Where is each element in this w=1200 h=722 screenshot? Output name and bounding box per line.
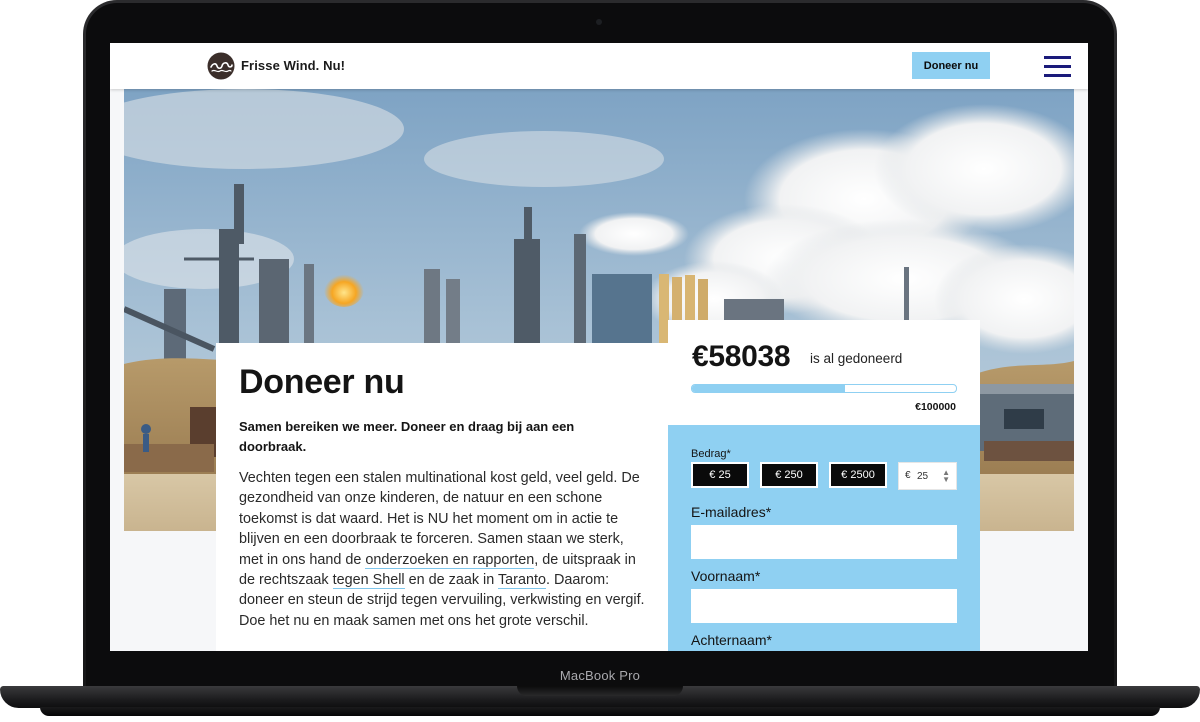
amount-option-25[interactable]: € 25 (691, 462, 749, 488)
donation-widget: €58038 is al gedoneerd €100000 Bedrag* €… (668, 320, 980, 651)
donated-total: €58038 (692, 340, 791, 373)
amount-option-2500[interactable]: € 2500 (829, 462, 887, 488)
amount-label: Bedrag* (691, 448, 731, 460)
email-field[interactable] (691, 525, 957, 559)
body-text-part: en de zaak in (404, 572, 498, 589)
donation-goal: €100000 (915, 401, 956, 413)
wind-logo-icon[interactable] (207, 52, 235, 80)
donation-progress-bar (691, 384, 957, 393)
camera-icon (596, 19, 602, 25)
page-title: Doneer nu (239, 363, 405, 401)
lastname-label: Achternaam* (691, 632, 772, 648)
amount-option-250[interactable]: € 250 (760, 462, 818, 488)
donation-info-card: Doneer nu Samen bereiken we meer. Doneer… (216, 343, 668, 651)
screen: Frisse Wind. Nu! Doneer nu Doneer nu Sam… (110, 43, 1088, 651)
donation-progress-fill (692, 385, 846, 392)
stepper-arrows-icon[interactable]: ▲ ▼ (942, 469, 950, 484)
top-navigation-bar: Frisse Wind. Nu! Doneer nu (110, 43, 1088, 89)
custom-amount-input[interactable] (917, 467, 939, 485)
donated-total-label: is al gedoneerd (810, 351, 903, 366)
lead-text: Samen bereiken we meer. Doneer en draag … (239, 419, 575, 454)
donation-total-box: €58038 is al gedoneerd €100000 (668, 320, 980, 425)
donate-now-button[interactable]: Doneer nu (912, 52, 990, 79)
donation-form: Bedrag* € 25 € 250 € 2500 € ▲▼ E-mailadr… (668, 425, 980, 651)
shell-link[interactable]: tegen Shell (332, 572, 405, 590)
custom-amount-field[interactable]: € ▲▼ (898, 462, 957, 490)
laptop-hinge-notch (517, 686, 683, 696)
currency-symbol: € (905, 470, 911, 481)
hamburger-menu-icon[interactable] (1044, 56, 1074, 78)
firstname-field[interactable] (691, 589, 957, 623)
firstname-label: Voornaam* (691, 568, 761, 584)
email-label: E-mailadres* (691, 504, 772, 520)
reports-link[interactable]: onderzoeken en rapporten (365, 551, 535, 569)
device-label: MacBook Pro (559, 668, 641, 683)
logo-text[interactable]: Frisse Wind. Nu! (241, 58, 345, 73)
body-text: Vechten tegen een stalen multinational k… (239, 468, 649, 631)
laptop-foot (40, 707, 1160, 716)
taranto-link[interactable]: Taranto (497, 572, 546, 590)
